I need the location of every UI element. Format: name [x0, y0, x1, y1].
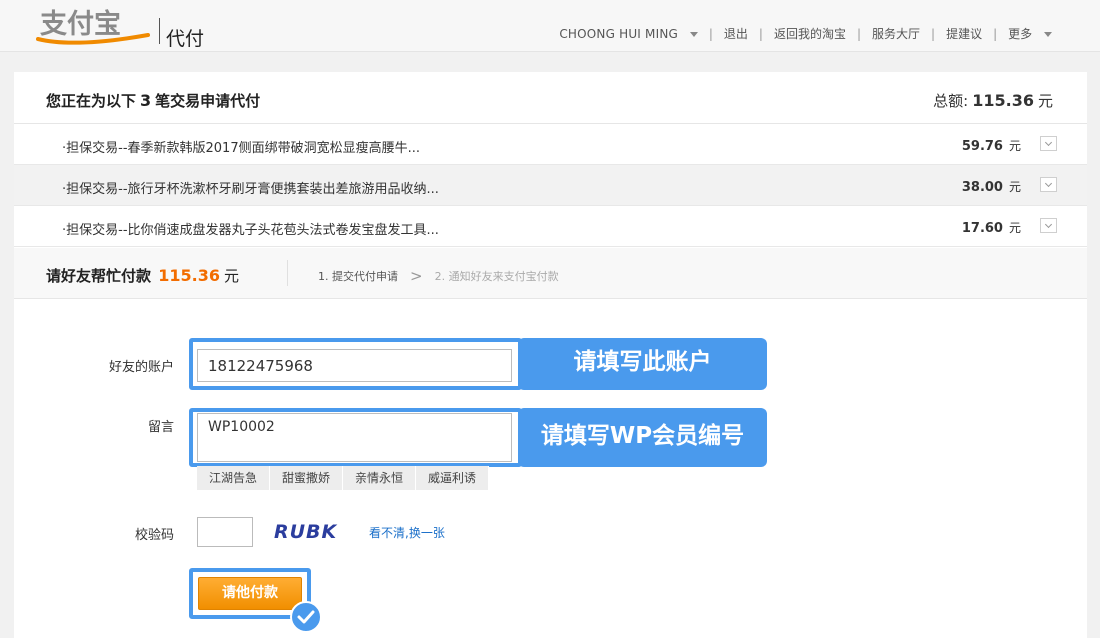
price-value: 17.60: [961, 221, 1003, 236]
pay-request-bar: 请好友帮忙付款 115.36 元 1. 提交代付申请 >2. 通知好友来支付宝付款: [14, 248, 1087, 299]
pay-title-text: 请好友帮忙付款: [46, 267, 152, 285]
alipay-logo[interactable]: 支付宝: [34, 6, 152, 46]
chevron-down-icon[interactable]: [1040, 177, 1057, 192]
chevron-down-icon[interactable]: [1040, 136, 1057, 151]
nav-separator: |: [758, 26, 763, 41]
message-label: 留言: [147, 420, 174, 435]
transaction-name: ·担保交易--旅行牙杯洗漱杯牙刷牙膏便携套装出差旅游用品收纳...: [62, 182, 439, 197]
check-circle-icon: [290, 601, 322, 633]
step-2: 2. 通知好友来支付宝付款: [434, 270, 559, 283]
quick-message-chip[interactable]: 江湖告急: [197, 466, 271, 490]
quick-message-chip[interactable]: 甜蜜撒娇: [270, 466, 344, 490]
more-menu[interactable]: 更多: [1008, 25, 1052, 42]
account-input[interactable]: 18122475968: [197, 349, 512, 382]
logo-divider: [159, 18, 160, 44]
chevron-down-icon[interactable]: [1040, 218, 1057, 233]
service-hall-link[interactable]: 服务大厅: [872, 25, 920, 42]
step-1: 1. 提交代付申请: [318, 270, 398, 283]
summary-header: 您正在为以下 3 笔交易申请代付 总额: 115.36 元: [14, 72, 1087, 124]
request-payment-button[interactable]: 请他付款: [198, 577, 302, 610]
transaction-count: 3: [140, 91, 152, 110]
progress-steps: 1. 提交代付申请 >2. 通知好友来支付宝付款: [318, 267, 559, 285]
captcha-refresh-link[interactable]: 看不清,换一张: [369, 524, 445, 541]
transaction-name: ·担保交易--春季新款韩版2017侧面绑带破洞宽松显瘦高腰牛...: [62, 141, 420, 156]
top-nav: CHOONG HUI MING | 退出 | 返回我的淘宝 | 服务大厅 | 提…: [559, 25, 1052, 42]
user-name[interactable]: CHOONG HUI MING: [559, 27, 678, 41]
transaction-price: 59.76 元: [962, 137, 1021, 154]
back-taobao-link[interactable]: 返回我的淘宝: [774, 25, 846, 42]
title-suffix: 笔交易申请代付: [155, 92, 261, 110]
transaction-price: 17.60 元: [962, 219, 1021, 236]
transaction-row: ·担保交易--比你俏速成盘发器丸子头花苞头法式卷发宝盘发工具... 17.60 元: [14, 206, 1087, 247]
price-unit: 元: [1008, 139, 1021, 153]
pay-request-title: 请好友帮忙付款 115.36 元: [46, 265, 239, 286]
transaction-row: ·担保交易--春季新款韩版2017侧面绑带破洞宽松显瘦高腰牛... 59.76 元: [14, 124, 1087, 165]
transaction-price: 38.00 元: [962, 178, 1021, 195]
suggestion-link[interactable]: 提建议: [946, 25, 982, 42]
total-label: 总额:: [933, 92, 969, 110]
summary-title: 您正在为以下 3 笔交易申请代付: [46, 90, 260, 111]
captcha-label: 校验码: [134, 528, 174, 543]
quick-message-chip[interactable]: 亲情永恒: [343, 466, 417, 490]
logo-text: 支付宝: [40, 8, 121, 40]
logout-link[interactable]: 退出: [724, 25, 748, 42]
transaction-row: ·担保交易--旅行牙杯洗漱杯牙刷牙膏便携套装出差旅游用品收纳... 38.00 元: [14, 165, 1087, 206]
captcha-input[interactable]: [197, 517, 253, 547]
nav-separator: |: [708, 26, 713, 41]
top-bar: 支付宝 代付 CHOONG HUI MING | 退出 | 返回我的淘宝 | 服…: [0, 0, 1100, 52]
total-value: 115.36: [972, 91, 1034, 110]
captcha-image[interactable]: RUBK: [258, 517, 364, 547]
nav-separator: |: [931, 26, 936, 41]
price-value: 59.76: [961, 139, 1003, 154]
caret-down-icon[interactable]: [1044, 32, 1052, 37]
quick-message-bar: 江湖告急 甜蜜撒娇 亲情永恒 威逼利诱: [197, 466, 490, 490]
account-label: 好友的账户: [108, 360, 174, 375]
total-amount: 总额: 115.36 元: [933, 90, 1053, 111]
captcha-text: RUBK: [274, 521, 338, 543]
step-arrow: >: [410, 267, 423, 285]
more-label[interactable]: 更多: [1008, 27, 1032, 41]
total-unit: 元: [1037, 92, 1053, 110]
price-value: 38.00: [961, 180, 1003, 195]
pay-unit: 元: [224, 267, 240, 285]
user-menu[interactable]: CHOONG HUI MING: [559, 27, 698, 41]
message-callout: 请填写WP会员编号: [518, 408, 767, 467]
title-prefix: 您正在为以下: [46, 92, 137, 110]
pay-amount: 115.36: [158, 266, 220, 285]
account-callout: 请填写此账户: [518, 338, 767, 390]
nav-separator: |: [856, 26, 862, 41]
quick-message-chip[interactable]: 威逼利诱: [416, 466, 490, 490]
product-name: 代付: [166, 28, 205, 50]
price-unit: 元: [1008, 180, 1021, 194]
transaction-name: ·担保交易--比你俏速成盘发器丸子头花苞头法式卷发宝盘发工具...: [62, 223, 439, 238]
divider: [287, 260, 288, 286]
caret-down-icon[interactable]: [689, 31, 698, 37]
nav-separator: |: [993, 26, 998, 41]
message-textarea[interactable]: WP10002: [197, 413, 512, 462]
price-unit: 元: [1008, 221, 1021, 235]
